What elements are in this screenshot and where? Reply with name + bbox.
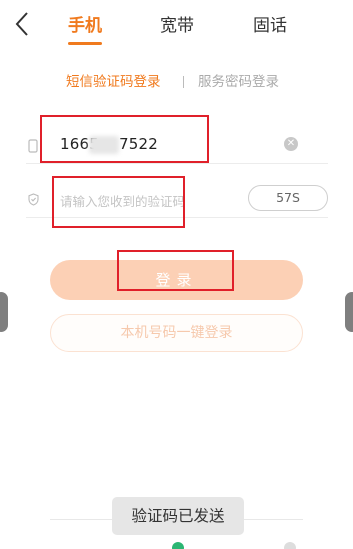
one-click-login-button[interactable]: 本机号码一键登录	[50, 314, 303, 352]
left-edge-handle	[0, 292, 8, 332]
shield-icon	[28, 193, 39, 206]
tab-broadband[interactable]: 宽带	[160, 14, 194, 38]
toast-message: 验证码已发送	[112, 497, 244, 535]
bottom-icon-grey	[284, 542, 296, 549]
phone-icon	[28, 139, 38, 153]
clear-input-icon[interactable]: ✕	[284, 137, 298, 151]
bottom-icon-green	[172, 542, 184, 549]
login-button-highlight	[117, 250, 234, 291]
active-tab-indicator	[68, 42, 102, 45]
phone-field-highlight	[40, 115, 209, 163]
login-mode-switch: 短信验证码登录 服务密码登录	[0, 72, 353, 92]
code-field-highlight	[52, 176, 185, 228]
sms-login-option[interactable]: 短信验证码登录	[66, 72, 161, 92]
login-type-tabs: 手机 宽带 固话	[0, 14, 353, 48]
right-edge-handle	[345, 292, 353, 332]
password-login-option[interactable]: 服务密码登录	[198, 72, 279, 92]
mode-divider	[183, 76, 184, 88]
tab-mobile[interactable]: 手机	[68, 14, 102, 38]
resend-countdown-button[interactable]: 57S	[248, 185, 328, 211]
tab-landline[interactable]: 固话	[253, 14, 287, 38]
